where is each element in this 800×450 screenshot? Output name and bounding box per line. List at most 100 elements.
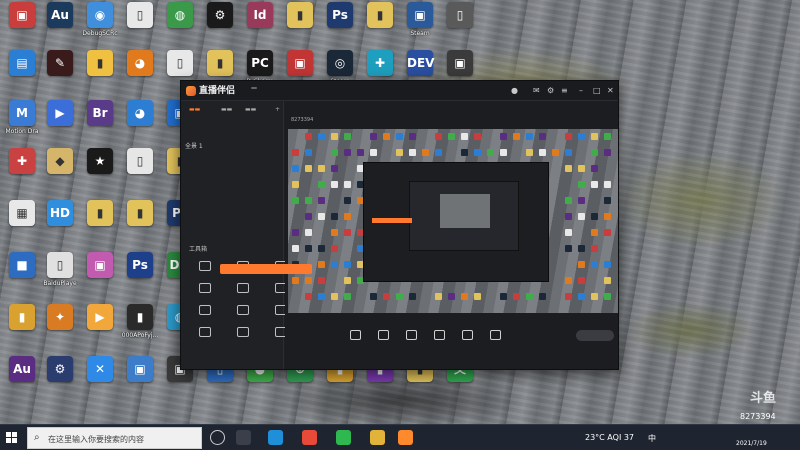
tab-scene[interactable]: ▬▬ (189, 106, 200, 114)
desktop-shortcut[interactable]: ▮ (118, 200, 162, 244)
scene-item[interactable]: 全景 1 (185, 141, 203, 150)
desktop-shortcut[interactable]: ▮ 000APoFyj... (118, 304, 162, 348)
desktop-shortcut[interactable]: HD (38, 200, 82, 244)
settings-icon[interactable]: ⚙ (547, 86, 554, 96)
app-logo-icon (186, 86, 196, 96)
preview-icon (344, 133, 351, 140)
title-bar[interactable]: 直播伴侣 ● ✉ ⚙ ≡ – □ ✕ (181, 81, 618, 101)
desktop-shortcut[interactable]: ✕ (78, 356, 122, 400)
toolbox-item[interactable] (231, 327, 255, 353)
preview-icon (474, 133, 481, 140)
desktop-shortcut[interactable]: ▮ (358, 2, 402, 46)
toolbox-item[interactable] (193, 327, 217, 353)
desktop-shortcut[interactable]: ▣ Steam (398, 2, 442, 46)
clock-date[interactable]: 2021/7/19 (736, 440, 767, 447)
desktop-shortcut[interactable]: ▶ (38, 100, 82, 144)
control-button[interactable] (452, 330, 482, 342)
maximize-icon[interactable]: □ (593, 86, 601, 96)
menu-icon[interactable]: ≡ (561, 86, 568, 96)
desktop-shortcut[interactable]: ▯ (118, 2, 162, 46)
preview-icon (318, 213, 325, 220)
desktop-shortcut[interactable]: ✎ (38, 50, 82, 94)
control-button[interactable] (340, 330, 370, 342)
desktop-shortcut[interactable]: ✦ (38, 304, 82, 348)
preview-icon (565, 165, 572, 172)
message-icon[interactable]: ✉ (533, 86, 540, 96)
desktop-shortcut[interactable]: ★ (78, 148, 122, 192)
preview-icon (318, 181, 325, 188)
tool-icon (237, 305, 249, 315)
control-button[interactable] (424, 330, 454, 342)
version-tag (251, 87, 257, 89)
preview-canvas[interactable] (288, 129, 618, 313)
desktop-shortcut[interactable]: Ps (118, 252, 162, 296)
preview-icon (578, 133, 585, 140)
desktop-shortcut[interactable]: ▯ BaiduPlaye (38, 252, 82, 296)
desktop-shortcut[interactable]: Br (78, 100, 122, 144)
app-icon: ◉ (87, 2, 113, 28)
chrome-icon[interactable] (302, 430, 317, 445)
douyu-assistant-icon[interactable] (398, 430, 413, 445)
tab-material[interactable]: ▬▬ (221, 106, 232, 114)
preview-icon (591, 165, 598, 172)
weather-widget[interactable]: 23°C AQI 37 (585, 433, 634, 442)
desktop-shortcut[interactable]: ◉ DebugSCRc (78, 2, 122, 46)
app-icon: Ps (127, 252, 153, 278)
desktop-shortcut[interactable]: ▶ (78, 304, 122, 348)
desktop-shortcut[interactable]: ▣ (78, 252, 122, 296)
cortana-icon[interactable] (210, 430, 225, 445)
preview-icon (292, 181, 299, 188)
preview-icon (409, 133, 416, 140)
windows-start-icon[interactable] (6, 432, 18, 444)
preview-icon (305, 245, 312, 252)
add-tab-button[interactable]: + (275, 106, 280, 114)
preview-icon (344, 197, 351, 204)
desktop-shortcut[interactable]: ▮ (278, 2, 322, 46)
preview-icon (539, 133, 546, 140)
preview-icon (318, 165, 325, 172)
desktop-shortcut[interactable]: Au (38, 2, 82, 46)
desktop-shortcut[interactable]: ▮ (78, 50, 122, 94)
preview-icon (604, 261, 611, 268)
preview-icon (591, 229, 598, 236)
minimize-icon[interactable]: – (579, 86, 583, 96)
desktop-shortcut-label: 000APoFyj... (121, 332, 159, 339)
wechat-icon[interactable] (336, 430, 351, 445)
app-icon: ▶ (87, 304, 113, 330)
desktop-shortcut[interactable]: ◍ (158, 2, 202, 46)
search-placeholder: 在这里输入你要搜索的内容 (48, 435, 144, 444)
start-live-button[interactable] (576, 330, 614, 341)
desktop-shortcut[interactable]: ◕ (118, 50, 162, 94)
desktop-shortcut[interactable]: ▯ (118, 148, 162, 192)
preview-icon (591, 261, 598, 268)
control-button[interactable] (396, 330, 426, 342)
ime-indicator[interactable]: 中 (648, 433, 656, 444)
close-icon[interactable]: ✕ (607, 86, 614, 96)
desktop-shortcut[interactable]: ▮ (78, 200, 122, 244)
app-icon: ■ (9, 252, 35, 278)
preview-icon (448, 293, 455, 300)
control-icon (349, 330, 361, 340)
control-icon (489, 330, 501, 340)
desktop-shortcut[interactable]: ◆ (38, 148, 82, 192)
desktop-shortcut[interactable]: ◕ (118, 100, 162, 144)
preview-icon (305, 197, 312, 204)
desktop-shortcut[interactable]: ⚙ (38, 356, 82, 400)
edge-icon[interactable] (268, 430, 283, 445)
app-icon: ▮ (87, 200, 113, 226)
control-button[interactable] (368, 330, 398, 342)
desktop-shortcut[interactable]: ⚙ (198, 2, 242, 46)
preview-icon (292, 165, 299, 172)
explorer-icon[interactable] (370, 430, 385, 445)
task-view-icon[interactable] (236, 430, 251, 445)
desktop-shortcut[interactable]: ▣ (118, 356, 162, 400)
desktop-shortcut[interactable]: Ps (318, 2, 362, 46)
avatar-icon[interactable]: ● (511, 86, 518, 96)
taskbar-search[interactable]: ⌕ 在这里输入你要搜索的内容 (27, 427, 202, 449)
app-icon: Br (87, 100, 113, 126)
desktop-shortcut[interactable]: ▯ (438, 2, 482, 46)
desktop-shortcut[interactable]: Id (238, 2, 282, 46)
tab-tools[interactable]: ▬▬ (245, 106, 256, 114)
control-button[interactable] (480, 330, 510, 342)
tooltip-banner[interactable] (220, 264, 312, 274)
